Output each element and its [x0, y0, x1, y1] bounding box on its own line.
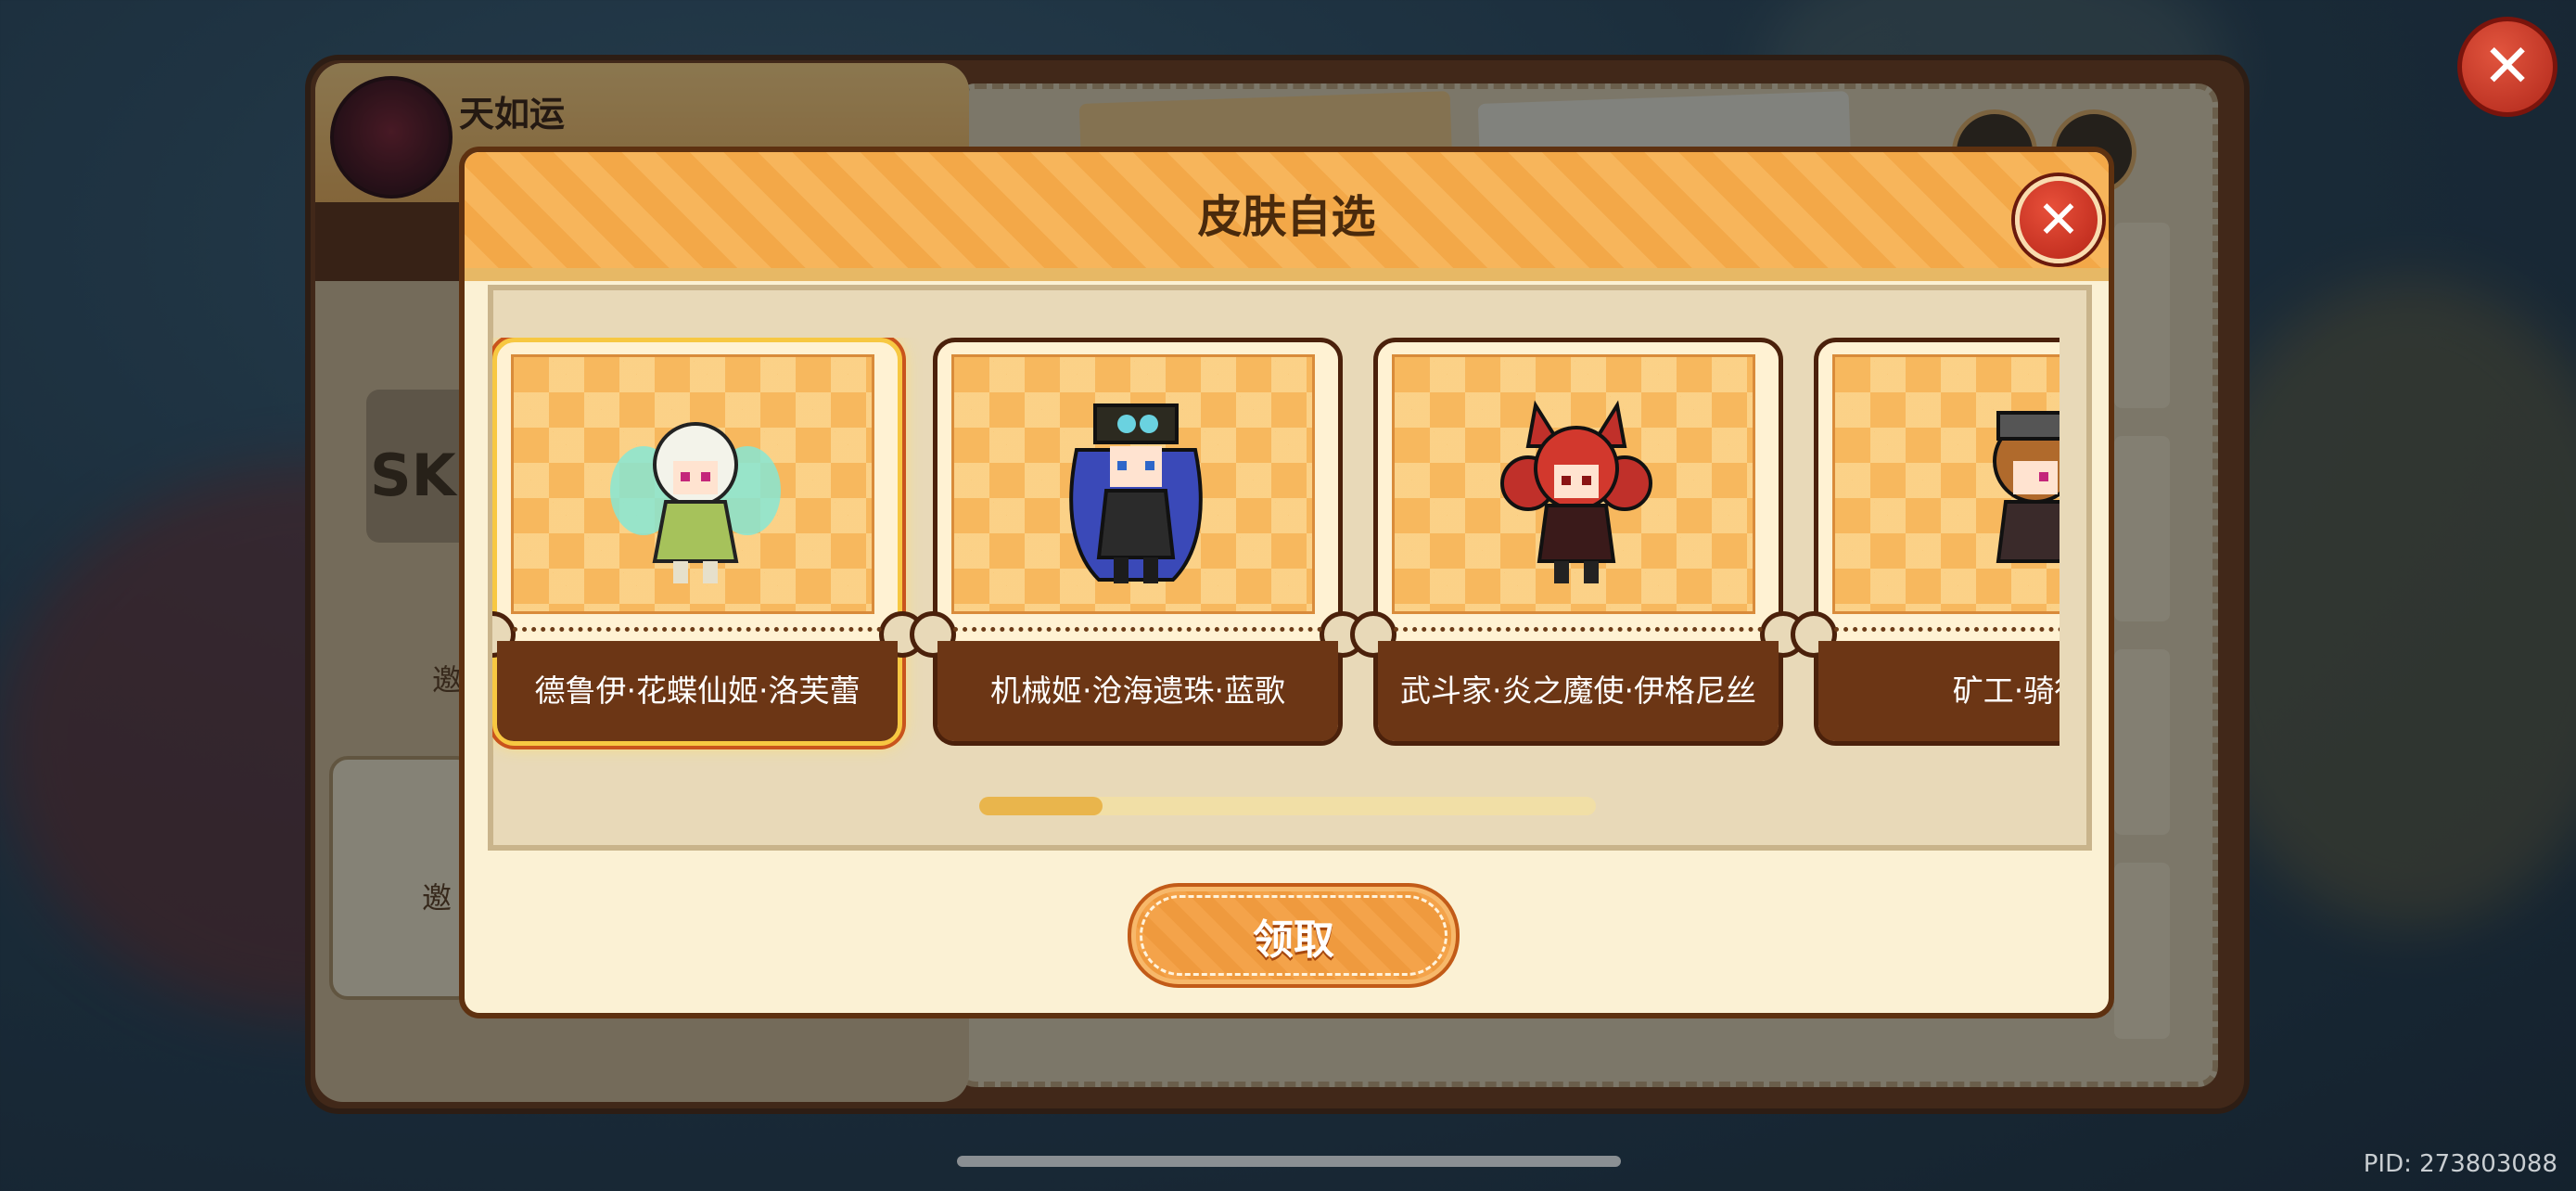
fairy-druid-sprite: [610, 422, 781, 583]
fire-fighter-sprite: [1500, 400, 1652, 583]
home-indicator[interactable]: [957, 1156, 1621, 1167]
skin-card-label: 德鲁伊·花蝶仙姬·洛芙蕾: [534, 672, 861, 709]
claim-button[interactable]: 领取: [1128, 883, 1460, 988]
skin-card-druid[interactable]: 德鲁伊·花蝶仙姬·洛芙蕾: [492, 338, 925, 746]
skin-card-image: [1832, 354, 2060, 614]
card-divider: [513, 627, 882, 632]
claim-button-label: 领取: [1253, 916, 1334, 964]
skin-card-image: [1392, 354, 1755, 614]
mecha-girl-sprite: [1069, 403, 1203, 583]
modal-close-button[interactable]: ✕: [2015, 176, 2102, 263]
carousel-scrollbar-thumb[interactable]: [979, 797, 1103, 815]
skin-card-label: 矿工·骑行: [1952, 672, 2060, 709]
card-divider: [1834, 627, 2060, 632]
miner-rider-sprite: [1993, 411, 2060, 563]
skin-card-image: [951, 354, 1315, 614]
skin-card-mecha[interactable]: 机械姬·沧海遗珠·蓝歌: [910, 338, 1366, 746]
carousel-scrollbar[interactable]: [979, 797, 1596, 815]
skin-card-label: 机械姬·沧海遗珠·蓝歌: [990, 672, 1285, 709]
skin-card-label: 武斗家·炎之魔使·伊格尼丝: [1400, 672, 1756, 709]
skin-card-miner[interactable]: 矿工·骑行: [1791, 338, 2060, 746]
close-icon: ✕: [2482, 32, 2532, 101]
card-divider: [953, 627, 1322, 632]
modal-header-divider: [465, 268, 2109, 281]
top-close-button[interactable]: ✕: [2457, 17, 2557, 117]
skin-card-image: [511, 354, 874, 614]
skin-select-modal: 皮肤自选 ✕ 德鲁伊·花蝶仙姬·洛芙蕾 机械姬·沧海遗珠·蓝歌 武斗家·炎之魔使…: [459, 147, 2114, 1018]
modal-title: 皮肤自选: [1197, 191, 1376, 243]
skin-carousel[interactable]: 德鲁伊·花蝶仙姬·洛芙蕾 机械姬·沧海遗珠·蓝歌 武斗家·炎之魔使·伊格尼丝 矿…: [492, 338, 2060, 913]
close-icon: ✕: [2036, 189, 2081, 250]
skin-card-fighter[interactable]: 武斗家·炎之魔使·伊格尼丝: [1350, 338, 1806, 746]
card-divider: [1394, 627, 1763, 632]
player-id: PID: 273803088: [2363, 1150, 2557, 1178]
